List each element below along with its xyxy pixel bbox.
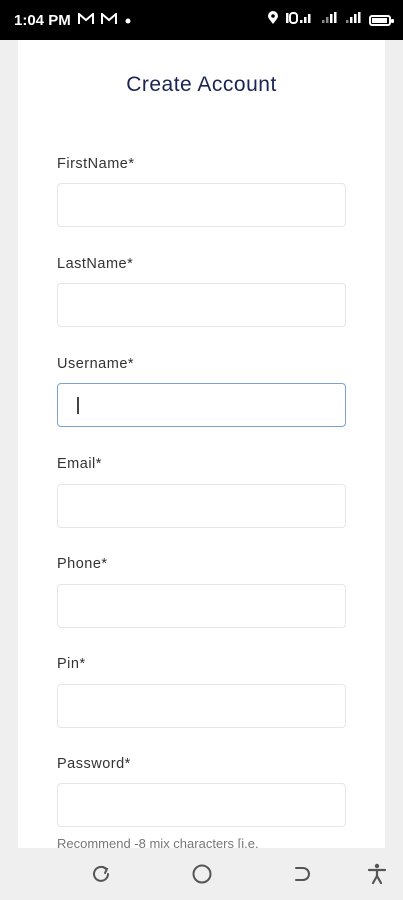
battery-icon bbox=[369, 14, 394, 26]
pin-input[interactable] bbox=[57, 684, 346, 728]
gmail-icon bbox=[100, 11, 117, 27]
lastname-input[interactable] bbox=[57, 283, 346, 327]
pin-label: Pin* bbox=[57, 656, 86, 672]
firstname-input[interactable] bbox=[57, 183, 346, 227]
email-label: Email* bbox=[57, 456, 102, 472]
password-input[interactable] bbox=[57, 783, 346, 827]
lastname-label: LastName* bbox=[57, 256, 134, 272]
phone-label: Phone* bbox=[57, 556, 108, 572]
text-cursor bbox=[77, 397, 79, 414]
navigation-bar bbox=[0, 848, 403, 900]
firstname-label: FirstName* bbox=[57, 156, 135, 172]
accessibility-icon[interactable] bbox=[365, 862, 389, 886]
password-label: Password* bbox=[57, 756, 131, 772]
status-time: 1:04 PM bbox=[14, 11, 71, 29]
recent-apps-icon[interactable] bbox=[89, 862, 113, 886]
location-icon bbox=[267, 11, 279, 29]
battery-level bbox=[372, 17, 387, 23]
phone-input[interactable] bbox=[57, 584, 346, 628]
signal-icon bbox=[321, 11, 339, 29]
status-bar: 1:04 PM bbox=[0, 0, 403, 40]
gmail-icon bbox=[77, 11, 94, 27]
volte-icon bbox=[285, 11, 315, 29]
password-hint: Recommend -8 mix characters [i.e. bbox=[57, 836, 259, 848]
email-input[interactable] bbox=[57, 484, 346, 528]
username-label: Username* bbox=[57, 356, 135, 372]
create-account-form: Create Account FirstName* LastName* User… bbox=[18, 40, 385, 848]
username-input[interactable] bbox=[57, 383, 346, 427]
notification-dot-icon bbox=[124, 13, 132, 27]
home-icon[interactable] bbox=[190, 862, 214, 886]
page-title: Create Account bbox=[126, 73, 277, 96]
back-icon[interactable] bbox=[290, 862, 314, 886]
signal-icon bbox=[345, 11, 363, 29]
